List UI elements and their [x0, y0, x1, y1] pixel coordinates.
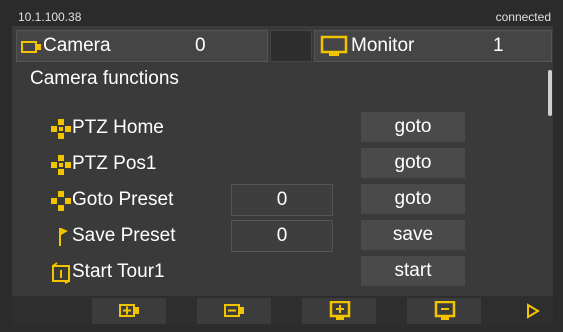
play-icon: [527, 303, 540, 319]
ptz-preset-icon: [51, 191, 71, 211]
goto-button[interactable]: goto: [361, 112, 465, 142]
status-bar: 10.1.100.38 connected: [12, 6, 553, 26]
monitor-label: Monitor: [351, 35, 415, 56]
flag-icon: [59, 228, 68, 246]
camera-prev-button[interactable]: [197, 298, 271, 324]
camera-next-button[interactable]: [92, 298, 166, 324]
ptz-home-icon: [51, 119, 71, 139]
function-label: PTZ Pos1: [72, 153, 157, 174]
function-row-save-preset: Save Preset 0 save: [12, 218, 542, 254]
camera-value: 0: [195, 35, 206, 56]
function-row-goto-preset: Goto Preset 0 goto: [12, 182, 542, 218]
function-row-ptz-home: PTZ Home goto: [12, 110, 542, 146]
monitor-remove-icon: [434, 301, 456, 320]
function-label: Start Tour1: [72, 261, 165, 282]
selector-divider: [270, 30, 312, 62]
camera-label: Camera: [43, 35, 111, 56]
ip-address: 10.1.100.38: [18, 10, 82, 24]
monitor-icon: [320, 35, 348, 56]
tour-icon: [52, 262, 70, 284]
play-button[interactable]: [482, 298, 553, 324]
connection-status: connected: [495, 10, 551, 24]
save-button[interactable]: save: [361, 220, 465, 250]
ptz-pos1-icon: [51, 155, 71, 175]
monitor-add-button[interactable]: [302, 298, 376, 324]
function-row-ptz-pos1: PTZ Pos1 goto: [12, 146, 542, 182]
camera-next-icon: [119, 304, 139, 317]
preset-number-field[interactable]: 0: [231, 184, 333, 216]
camera-icon: [21, 41, 41, 53]
main-screen: Camera 0 Monitor 1 Camera functions PTZ …: [12, 26, 553, 296]
monitor-value: 1: [493, 35, 504, 56]
scrollbar[interactable]: [548, 70, 552, 116]
monitor-selector[interactable]: Monitor 1: [314, 30, 552, 62]
function-row-start-tour: Start Tour1 start: [12, 254, 542, 290]
goto-button[interactable]: goto: [361, 184, 465, 214]
goto-button[interactable]: goto: [361, 148, 465, 178]
monitor-remove-button[interactable]: [407, 298, 481, 324]
function-label: Goto Preset: [72, 189, 174, 210]
function-label: Save Preset: [72, 225, 176, 246]
function-label: PTZ Home: [72, 117, 164, 138]
monitor-add-icon: [329, 301, 351, 320]
camera-selector[interactable]: Camera 0: [16, 30, 268, 62]
app-frame: 10.1.100.38 connected Camera 0 Monitor 1: [0, 0, 563, 332]
selector-bar: Camera 0 Monitor 1: [12, 26, 553, 64]
preset-number-field[interactable]: 0: [231, 220, 333, 252]
start-button[interactable]: start: [361, 256, 465, 286]
section-title: Camera functions: [30, 68, 179, 89]
bottom-toolbar: [12, 296, 553, 326]
camera-prev-icon: [224, 304, 244, 317]
